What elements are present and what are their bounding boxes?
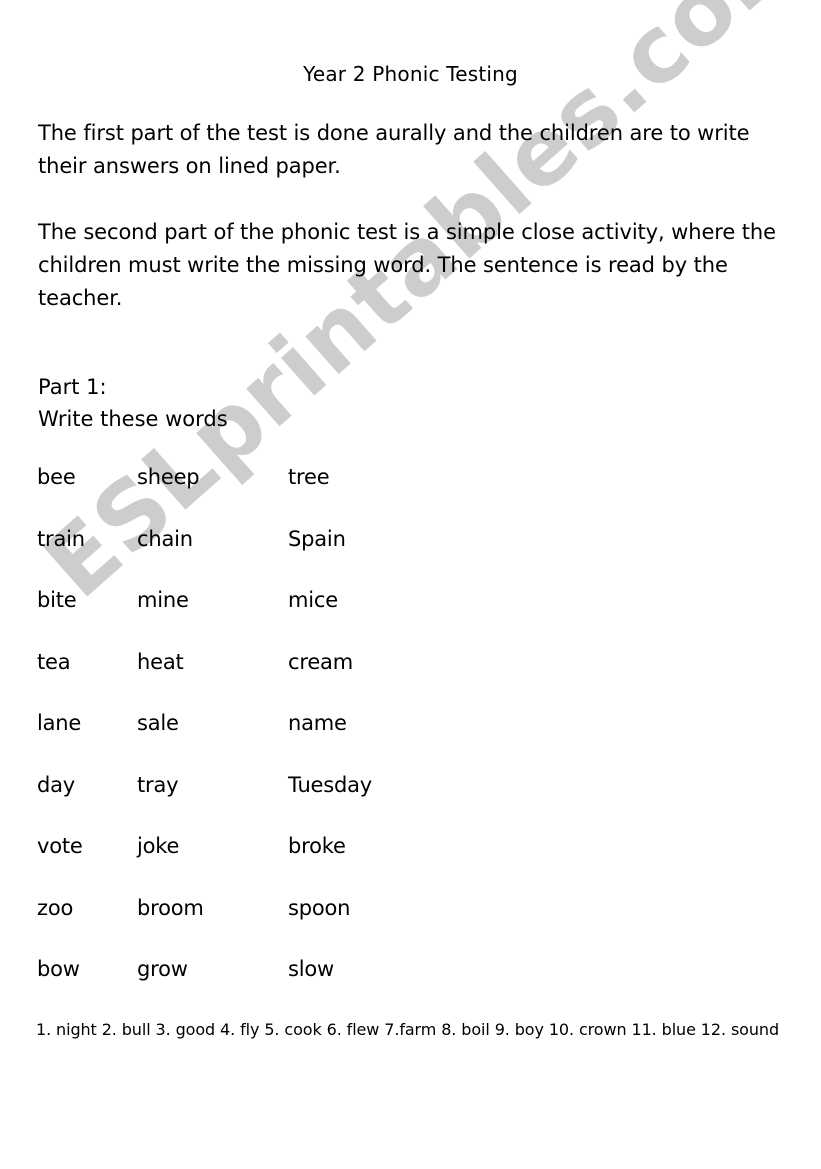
word-row: vote joke broke xyxy=(37,834,557,896)
word-cell: sheep xyxy=(137,465,200,489)
word-cell: zoo xyxy=(37,895,74,920)
word-cell: vote xyxy=(37,834,83,858)
word-cell: cream xyxy=(288,649,353,674)
word-row: lane sale name xyxy=(37,711,557,773)
word-cell: chain xyxy=(137,526,193,551)
word-row: bite mine mice xyxy=(37,588,557,650)
word-cell: joke xyxy=(137,834,180,858)
word-cell: mice xyxy=(288,588,338,612)
word-cell: tree xyxy=(288,465,330,489)
word-cell: spoon xyxy=(288,895,351,920)
word-cell: train xyxy=(37,526,85,551)
word-row: bee sheep tree xyxy=(37,465,557,527)
intro-paragraph-1: The first part of the test is done aural… xyxy=(38,121,750,178)
word-cell: grow xyxy=(137,957,188,981)
word-cell: bite xyxy=(37,588,77,612)
word-cell: Spain xyxy=(288,526,346,551)
word-cell: broom xyxy=(137,895,204,920)
word-cell: bee xyxy=(37,465,76,489)
part-1-label: Part 1: xyxy=(38,375,107,399)
part-1-instruction: Write these words xyxy=(38,407,228,431)
word-list-grid: bee sheep tree train chain Spain bite mi… xyxy=(37,465,557,1019)
word-cell: slow xyxy=(288,957,334,981)
word-row: day tray Tuesday xyxy=(37,773,557,835)
word-cell: lane xyxy=(37,711,82,735)
word-cell: name xyxy=(288,711,347,735)
numbered-word-list: 1. night 2. bull 3. good 4. fly 5. cook … xyxy=(36,1020,780,1039)
word-row: tea heat cream xyxy=(37,650,557,712)
word-cell: tea xyxy=(37,649,71,674)
page-title: Year 2 Phonic Testing xyxy=(303,62,518,86)
word-cell: sale xyxy=(137,711,179,735)
word-cell: Tuesday xyxy=(288,772,373,797)
intro-paragraph-2: The second part of the phonic test is a … xyxy=(38,220,776,310)
word-cell: broke xyxy=(288,834,346,858)
word-cell: day xyxy=(37,772,76,797)
word-cell: mine xyxy=(137,588,189,612)
worksheet-page: ESLprintables.com Year 2 Phonic Testing … xyxy=(0,0,821,1169)
word-cell: heat xyxy=(137,649,184,674)
word-cell: bow xyxy=(37,957,80,981)
word-row: zoo broom spoon xyxy=(37,896,557,958)
word-row: bow grow slow xyxy=(37,957,557,1019)
word-cell: tray xyxy=(137,772,179,797)
word-row: train chain Spain xyxy=(37,527,557,589)
